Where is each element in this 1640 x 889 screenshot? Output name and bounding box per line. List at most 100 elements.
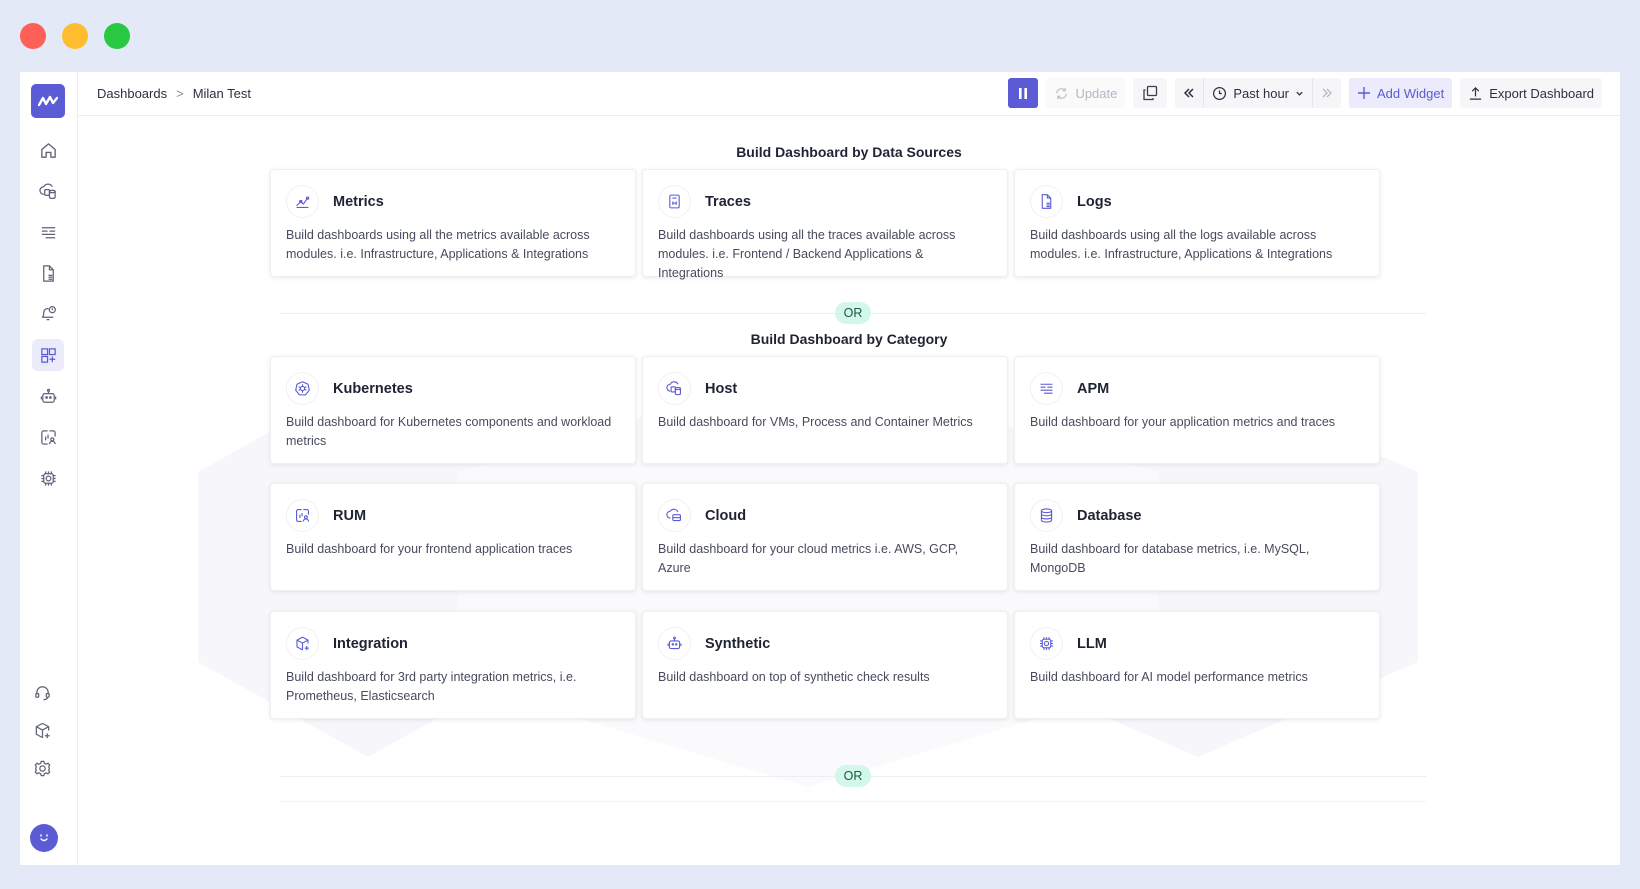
export-dashboard-button[interactable]: Export Dashboard (1460, 78, 1602, 108)
gear-icon (34, 760, 50, 776)
app-logo[interactable] (31, 84, 65, 118)
card-header: Kubernetes (286, 372, 620, 405)
host-icon (666, 381, 682, 396)
sidebar-item-support[interactable] (26, 676, 58, 708)
box-plus-icon (35, 722, 50, 738)
card-description: Build dashboard for VMs, Process and Con… (658, 415, 973, 429)
card-header: Traces (658, 185, 992, 218)
avatar-face-icon (40, 834, 48, 842)
card-title: Host (705, 380, 738, 397)
breadcrumb-dashboards[interactable]: Dashboards (97, 86, 167, 101)
or-badge: OR (835, 302, 871, 324)
card-title: RUM (333, 507, 367, 524)
card-title: Integration (333, 635, 408, 652)
toolbar: Update Past hour Add Widget Export Dashb… (1008, 78, 1602, 108)
card-title: Synthetic (705, 635, 771, 652)
pause-button[interactable] (1008, 78, 1039, 108)
chip-icon (40, 470, 56, 486)
card-description: Build dashboards using all the logs avai… (1030, 228, 1333, 261)
category-title: Build Dashboard by Category (750, 331, 948, 347)
update-button[interactable]: Update (1046, 78, 1126, 108)
card-database[interactable]: Database Build dashboard for database met… (1014, 483, 1380, 591)
chevrons-left-icon (1184, 88, 1194, 98)
card-title: Metrics (333, 193, 384, 210)
card-host[interactable]: Host Build dashboard for VMs, Process and… (642, 356, 1008, 464)
card-description: Build dashboard for Kubernetes component… (286, 415, 612, 448)
card-header: Integration (286, 627, 620, 660)
sidebar-item-synthetic[interactable] (32, 380, 64, 412)
logs-icon (1041, 194, 1052, 209)
top-bar: Dashboards > Milan Test Update Past hour… (78, 72, 1620, 116)
sidebar-item-settings[interactable] (26, 752, 58, 784)
robot-icon (40, 388, 56, 403)
sidebar-item-llm[interactable] (32, 462, 64, 494)
window-controls (20, 23, 130, 49)
sidebar-item-logs[interactable] (32, 257, 64, 289)
sidebar-item-apm[interactable] (32, 216, 64, 248)
card-description: Build dashboard for AI model performance… (1030, 670, 1308, 684)
card-traces[interactable]: Traces Build dashboards using all the tra… (642, 169, 1008, 280)
data-sources-title: Build Dashboard by Data Sources (736, 144, 962, 160)
previous-range-button[interactable] (1175, 78, 1203, 108)
card-header: APM (1030, 372, 1364, 405)
upload-icon (1470, 86, 1482, 100)
card-title: Cloud (705, 507, 747, 524)
card-icon-wrap (1030, 627, 1063, 660)
card-icon-wrap (286, 627, 319, 660)
divider (280, 801, 1426, 802)
traces-icon (669, 194, 680, 209)
pause-icon (1019, 87, 1028, 99)
card-llm[interactable]: LLM Build dashboard for AI model performa… (1014, 611, 1380, 719)
plus-icon (1358, 87, 1371, 99)
sidebar-item-dashboards[interactable] (32, 339, 64, 371)
copy-icon (1143, 85, 1158, 101)
clock-icon (1213, 86, 1227, 100)
rum-icon (295, 508, 310, 523)
card-logs[interactable]: Logs Build dashboards using all the logs … (1014, 169, 1380, 277)
rum-icon (40, 429, 56, 445)
card-header: RUM (286, 499, 620, 532)
card-synthetic[interactable]: Synthetic Build dashboard on top of synth… (642, 611, 1008, 719)
kubernetes-icon (295, 381, 310, 396)
card-cloud[interactable]: Cloud Build dashboard for your cloud metr… (642, 483, 1008, 591)
card-description: Build dashboards using all the metrics a… (286, 228, 590, 261)
dashboard-add-icon (40, 347, 56, 363)
card-apm[interactable]: APM Build dashboard for your application … (1014, 356, 1380, 464)
time-range-select[interactable]: Past hour (1203, 78, 1312, 108)
close-window-button[interactable] (20, 23, 46, 49)
breadcrumb-separator: > (176, 86, 184, 101)
chevron-down-icon (1296, 91, 1303, 96)
logo-icon (38, 95, 58, 107)
sidebar (20, 72, 78, 865)
breadcrumb: Dashboards > Milan Test (97, 86, 251, 101)
copy-button[interactable] (1133, 78, 1168, 108)
card-header: Logs (1030, 185, 1364, 218)
breadcrumb-current: Milan Test (192, 86, 251, 101)
card-title: Kubernetes (333, 380, 413, 397)
maximize-window-button[interactable] (104, 23, 130, 49)
card-icon-wrap (658, 185, 691, 218)
minimize-window-button[interactable] (62, 23, 88, 49)
card-header: Database (1030, 499, 1364, 532)
sidebar-item-home[interactable] (32, 134, 64, 166)
time-range-group: Past hour (1175, 78, 1342, 108)
sidebar-item-alerts[interactable] (32, 297, 64, 329)
sidebar-item-rum[interactable] (32, 421, 64, 453)
card-metrics[interactable]: Metrics Build dashboards using all the me… (270, 169, 636, 277)
card-integration[interactable]: Integration Build dashboard for 3rd party… (270, 611, 636, 719)
sidebar-item-infrastructure[interactable] (32, 175, 64, 207)
user-avatar[interactable] (30, 824, 58, 852)
next-range-button[interactable] (1312, 78, 1341, 108)
card-icon-wrap (658, 372, 691, 405)
card-kubernetes[interactable]: Kubernetes Build dashboard for Kubernetes… (270, 356, 636, 464)
card-header: Synthetic (658, 627, 992, 660)
add-widget-button[interactable]: Add Widget (1349, 78, 1453, 108)
headset-icon (34, 685, 50, 700)
card-rum[interactable]: RUM Build dashboard for your frontend app… (270, 483, 636, 591)
home-icon (40, 142, 56, 158)
sidebar-item-integrations[interactable] (26, 714, 58, 746)
card-description: Build dashboard for your frontend applic… (286, 542, 573, 556)
card-title: Logs (1077, 193, 1112, 210)
llm-icon (1040, 637, 1053, 650)
card-description: Build dashboard for your application met… (1030, 415, 1336, 429)
